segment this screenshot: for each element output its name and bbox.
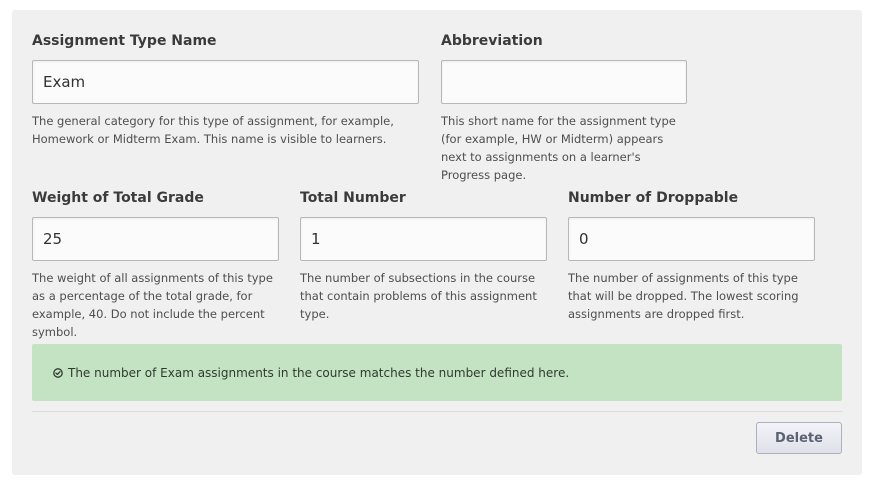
assignment-type-name-field: Assignment Type Name Exam The general ca… [32,32,419,148]
total-number-label: Total Number [300,190,406,206]
assignment-type-name-help: The general category for this type of as… [32,114,394,146]
total-number-input[interactable]: 1 [300,217,547,261]
abbreviation-input[interactable] [441,60,687,104]
assignment-type-panel: Assignment Type Name Exam The general ca… [12,10,862,475]
droppable-field: Number of Droppable 0 The number of assi… [568,189,815,323]
weight-help: The weight of all assignments of this ty… [32,271,273,339]
check-circle-icon [52,367,64,379]
droppable-label: Number of Droppable [568,190,739,206]
weight-input[interactable]: 25 [32,217,279,261]
droppable-help: The number of assignments of this type t… [568,271,799,321]
weight-field: Weight of Total Grade 25 The weight of a… [32,189,279,341]
droppable-input[interactable]: 0 [568,217,815,261]
abbreviation-label: Abbreviation [441,33,543,49]
abbreviation-help: This short name for the assignment type … [441,114,676,182]
assignment-type-name-label: Assignment Type Name [32,33,217,49]
abbreviation-field: Abbreviation This short name for the ass… [441,32,687,184]
weight-label: Weight of Total Grade [32,190,204,206]
validation-alert: The number of Exam assignments in the co… [32,344,842,401]
alert-message: The number of Exam assignments in the co… [68,365,570,380]
delete-button[interactable]: Delete [756,422,842,454]
assignment-type-name-input[interactable]: Exam [32,60,419,104]
total-number-field: Total Number 1 The number of subsections… [300,189,547,323]
divider [32,411,842,412]
total-number-help: The number of subsections in the course … [300,271,537,321]
